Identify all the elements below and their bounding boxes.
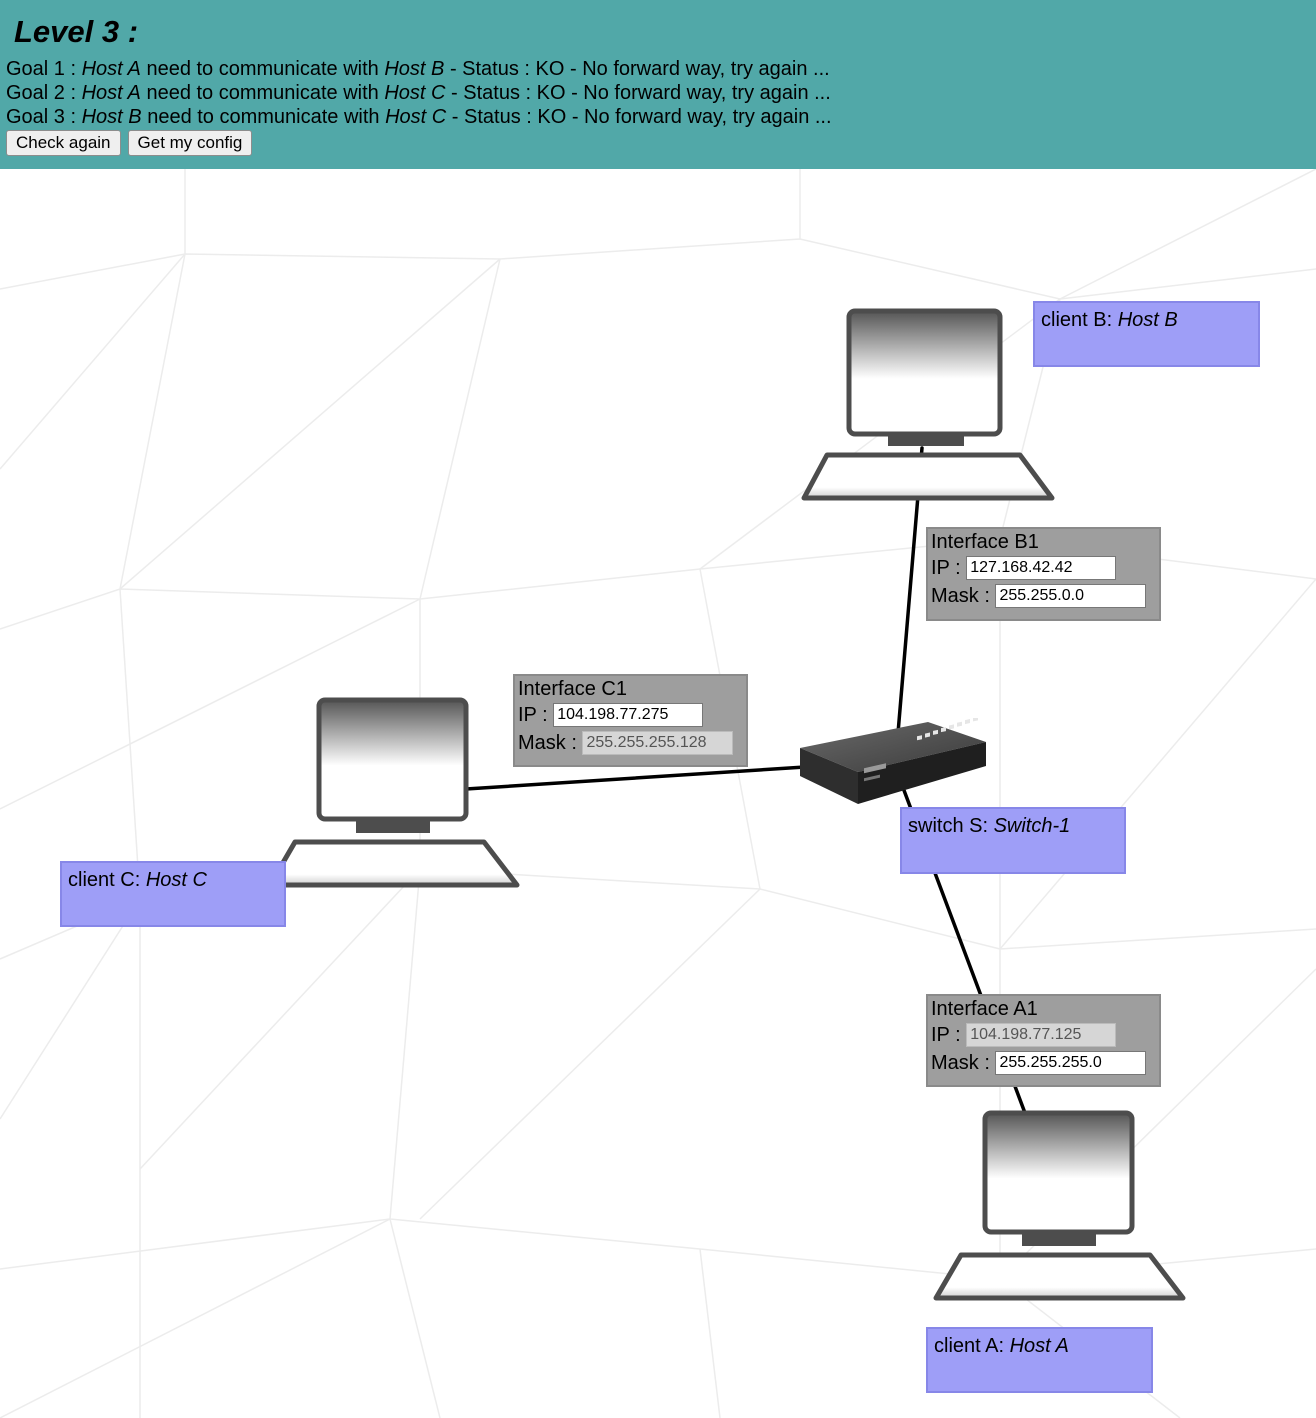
mask-input[interactable] (995, 1051, 1147, 1075)
interface-c1-panel: Interface C1 IP : Mask : (513, 674, 748, 767)
switch-name: Switch-1 (993, 815, 1071, 837)
computer-icon[interactable] (932, 1108, 1188, 1304)
interface-a1-panel: Interface A1 IP : Mask : (926, 994, 1161, 1087)
mask-input (582, 731, 734, 755)
switch-label[interactable]: switch S: Switch-1 (900, 807, 1126, 874)
mask-row: Mask : (931, 1049, 1156, 1077)
client-name: Host C (145, 869, 207, 891)
client-name: Host B (1117, 309, 1178, 331)
client-kind: client B: (1041, 309, 1118, 331)
client-kind: client C: (68, 869, 146, 891)
mask-input[interactable] (995, 584, 1147, 608)
mask-label: Mask : (931, 584, 996, 607)
client-kind: client A: (934, 1335, 1010, 1357)
interface-title: Interface B1 (931, 531, 1039, 553)
ip-input (966, 1023, 1117, 1047)
interface-title: Interface A1 (931, 998, 1038, 1020)
ip-label: IP : (931, 556, 967, 579)
ip-input[interactable] (553, 703, 704, 727)
switch-kind: switch S: (908, 815, 994, 837)
network-switch-icon[interactable] (796, 718, 990, 808)
client-c-label[interactable]: client C: Host C (60, 861, 286, 927)
interface-b1-panel: Interface B1 IP : Mask : (926, 527, 1161, 621)
ip-label: IP : (931, 1023, 967, 1046)
client-name: Host A (1009, 1335, 1069, 1357)
ip-row: IP : (518, 701, 743, 729)
computer-icon[interactable] (266, 695, 522, 891)
mask-row: Mask : (931, 582, 1156, 610)
ip-row: IP : (931, 554, 1156, 582)
mask-row: Mask : (518, 729, 743, 757)
ip-input[interactable] (966, 556, 1117, 580)
mask-label: Mask : (518, 731, 583, 754)
mask-label: Mask : (931, 1051, 996, 1074)
client-b-label[interactable]: client B: Host B (1033, 301, 1260, 367)
client-a-label[interactable]: client A: Host A (926, 1327, 1153, 1393)
ip-row: IP : (931, 1021, 1156, 1049)
interface-title: Interface C1 (518, 678, 627, 700)
computer-icon[interactable] (800, 308, 1056, 504)
ip-label: IP : (518, 703, 554, 726)
